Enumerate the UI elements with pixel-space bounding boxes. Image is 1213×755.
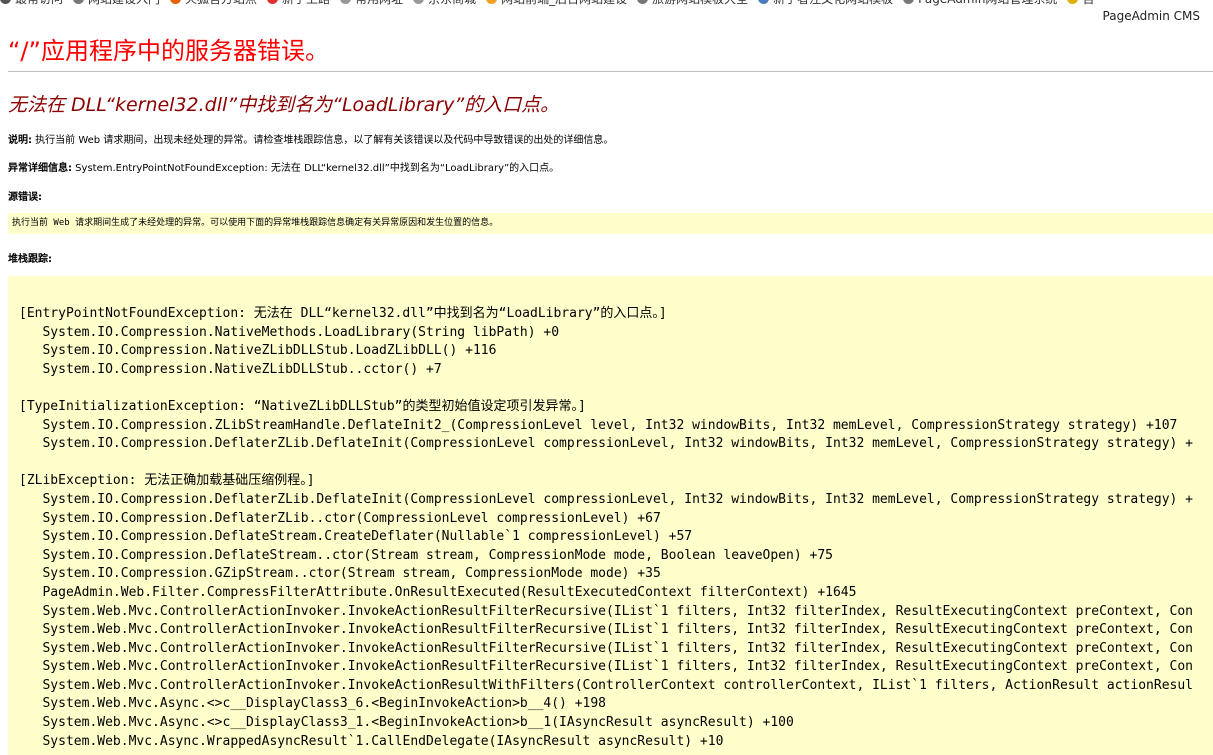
stack-trace-line: 堆栈跟踪: bbox=[8, 250, 52, 265]
bookmark-label: PageAdmin网站管理系统 bbox=[918, 0, 1057, 6]
page-icon bbox=[758, 0, 770, 4]
bookmark-label: 百 bbox=[1082, 0, 1094, 6]
bookmark-label: 新手上路 bbox=[282, 0, 330, 6]
description-line: 说明: 执行当前 Web 请求期间，出现未经处理的异常。请检查堆栈跟踪信息，以了… bbox=[8, 131, 613, 146]
stack-trace-line-item: System.Web.Mvc.Async.WrappedAsyncResult`… bbox=[19, 733, 724, 749]
bookmark-label: 网站建设入门 bbox=[88, 0, 160, 6]
stack-trace-line-item: [ZLibException: 无法正确加载基础压缩例程。] bbox=[19, 473, 315, 489]
stack-trace-line-item: System.Web.Mvc.ControllerActionInvoker.I… bbox=[19, 603, 1193, 619]
bookmark-item[interactable]: 百 bbox=[1067, 0, 1094, 6]
bookmark-item[interactable]: 网站建设入门 bbox=[73, 0, 160, 6]
stack-trace-line-item: System.IO.Compression.DeflateStream.Crea… bbox=[19, 529, 693, 545]
bookmark-label: 网站前端_后台网站建设 bbox=[501, 0, 627, 6]
stack-trace-line-item: System.IO.Compression.DeflaterZLib..ctor… bbox=[19, 510, 661, 526]
bookmark-label: 最常访问 bbox=[15, 0, 63, 6]
stack-trace-line-item: System.IO.Compression.NativeZLibDLLStub.… bbox=[19, 343, 497, 359]
description-text: 执行当前 Web 请求期间，出现未经处理的异常。请检查堆栈跟踪信息，以了解有关该… bbox=[32, 135, 614, 146]
exception-details-line: 异常详细信息: System.EntryPointNotFoundExcepti… bbox=[8, 159, 559, 174]
bookmark-label: 旅游网站模板大全 bbox=[652, 0, 748, 6]
exception-details-text: System.EntryPointNotFoundException: 无法在 … bbox=[72, 163, 560, 174]
bookmark-label: 常用网址 bbox=[355, 0, 403, 6]
bookmark-item[interactable]: 新手上路 bbox=[267, 0, 330, 6]
bookmark-item[interactable]: 旅游网站模板大全 bbox=[637, 0, 748, 6]
stack-trace-line-item: System.Web.Mvc.ControllerActionInvoker.I… bbox=[19, 640, 1193, 656]
bookmark-item[interactable]: PageAdmin网站管理系统 bbox=[903, 0, 1057, 6]
stack-trace-line-item bbox=[19, 454, 1193, 473]
exception-details-label: 异常详细信息: bbox=[8, 163, 72, 174]
bookmark-item[interactable]: 常用网址 bbox=[340, 0, 403, 6]
stack-trace-line-item: System.IO.Compression.ZLibStreamHandle.D… bbox=[19, 417, 1178, 433]
bookmark-item[interactable]: 新手者注文化网站模板 bbox=[758, 0, 893, 6]
folder-icon bbox=[413, 0, 425, 4]
stack-trace-line-item: System.Web.Mvc.ControllerActionInvoker.I… bbox=[19, 659, 1193, 675]
globe-icon bbox=[903, 0, 915, 4]
stack-trace-line-item: System.Web.Mvc.ControllerActionInvoker.I… bbox=[19, 622, 1193, 638]
bookmark-label: 火狐官方站点 bbox=[185, 0, 257, 6]
source-error-box: 执行当前 Web 请求期间生成了未经处理的异常。可以使用下面的异常堆栈跟踪信息确… bbox=[8, 213, 1213, 234]
bookmarks-toolbar: 最常访问 网站建设入门 火狐官方站点 新手上路 常用网址 京东商城 网站前端_后台网站建设 旅… bbox=[0, 0, 1213, 6]
stack-trace-line-item: System.IO.Compression.DeflateStream..cto… bbox=[19, 547, 833, 563]
stack-trace-line-item: System.Web.Mvc.Async.<>c__DisplayClass3_… bbox=[19, 715, 794, 731]
stack-trace-line-item: System.IO.Compression.NativeZLibDLLStub.… bbox=[19, 361, 442, 377]
gear-icon bbox=[0, 0, 11, 4]
bookmark-item[interactable]: 京东商城 bbox=[413, 0, 476, 6]
bookmark-item[interactable]: 网站前端_后台网站建设 bbox=[486, 0, 627, 6]
stack-trace-text: [EntryPointNotFoundException: 无法在 DLL“ke… bbox=[19, 305, 1193, 751]
brand-label: PageAdmin CMS bbox=[1102, 9, 1200, 23]
error-subtitle: 无法在 DLL“kernel32.dll”中找到名为“LoadLibrary”的… bbox=[8, 94, 560, 116]
source-error-label: 源错误: bbox=[8, 192, 42, 203]
stack-trace-line-item: System.IO.Compression.NativeMethods.Load… bbox=[19, 324, 560, 340]
stack-trace-line-item: [TypeInitializationException: “NativeZLi… bbox=[19, 398, 586, 414]
bookmark-label: 新手者注文化网站模板 bbox=[773, 0, 893, 6]
globe-icon bbox=[1067, 0, 1079, 4]
stack-trace-line-item: [EntryPointNotFoundException: 无法在 DLL“ke… bbox=[19, 306, 667, 321]
stack-trace-box: [EntryPointNotFoundException: 无法在 DLL“ke… bbox=[8, 276, 1213, 755]
stack-trace-line-item: System.Web.Mvc.ControllerActionInvoker.I… bbox=[19, 677, 1193, 693]
stack-trace-line-item: System.IO.Compression.GZipStream..ctor(S… bbox=[19, 566, 661, 582]
folder-icon bbox=[340, 0, 352, 4]
bookmark-item[interactable]: 火狐官方站点 bbox=[170, 0, 257, 6]
firefox-icon bbox=[170, 0, 182, 4]
stack-trace-line-item: PageAdmin.Web.Filter.CompressFilterAttri… bbox=[19, 584, 857, 600]
description-label: 说明: bbox=[8, 135, 32, 146]
source-error-line: 源错误: bbox=[8, 188, 42, 203]
source-error-text: 执行当前 Web 请求期间生成了未经处理的异常。可以使用下面的异常堆栈跟踪信息确… bbox=[12, 218, 499, 228]
globe-icon bbox=[73, 0, 85, 4]
page-title: “/”应用程序中的服务器错误。 bbox=[8, 37, 329, 65]
stack-trace-line-item: System.IO.Compression.DeflaterZLib.Defla… bbox=[19, 436, 1193, 452]
stack-trace-line-item bbox=[19, 379, 1193, 398]
stack-trace-line-item: System.Web.Mvc.Async.<>c__DisplayClass3_… bbox=[19, 696, 606, 712]
globe-icon bbox=[486, 0, 498, 4]
bookmark-label: 京东商城 bbox=[428, 0, 476, 6]
globe-icon bbox=[637, 0, 649, 4]
divider bbox=[8, 71, 1213, 72]
stack-trace-label: 堆栈跟踪: bbox=[8, 254, 52, 265]
firefox-icon bbox=[267, 0, 279, 4]
bookmark-item[interactable]: 最常访问 bbox=[0, 0, 63, 6]
stack-trace-line-item: System.IO.Compression.DeflaterZLib.Defla… bbox=[19, 491, 1193, 507]
